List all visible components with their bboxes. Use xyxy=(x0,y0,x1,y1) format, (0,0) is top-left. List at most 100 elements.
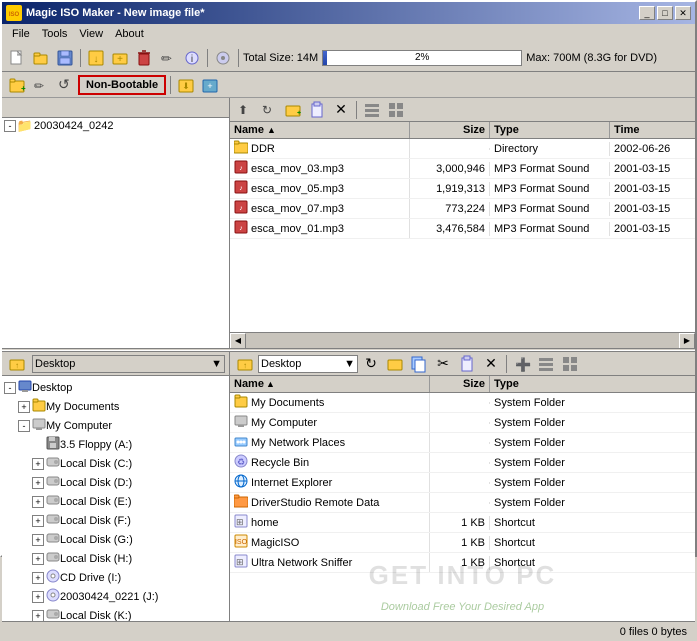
tree-node[interactable]: + Local Disk (F:) xyxy=(4,511,227,530)
iso-delete-file[interactable]: ✕ xyxy=(330,99,352,121)
iso-col-size[interactable]: Size xyxy=(410,122,490,138)
tree-location-combo[interactable]: Desktop ▼ xyxy=(32,355,225,373)
iso-extract2[interactable]: ⬇ xyxy=(175,74,197,96)
app-icon: ISO xyxy=(6,5,22,21)
tree-expander[interactable]: + xyxy=(32,591,44,603)
iso-col-time[interactable]: Time xyxy=(610,122,690,138)
tree-expander[interactable]: + xyxy=(32,515,44,527)
properties-button[interactable]: i xyxy=(181,47,203,69)
browser-add-to-iso[interactable]: ➕ xyxy=(511,353,533,375)
browser-cell-size xyxy=(430,402,490,404)
add-button[interactable]: + xyxy=(109,47,131,69)
browser-paste[interactable] xyxy=(456,353,478,375)
iso-rename[interactable]: ✏ xyxy=(30,74,52,96)
tree-expander[interactable]: + xyxy=(32,496,44,508)
save-button[interactable] xyxy=(54,47,76,69)
iso-large-icons[interactable] xyxy=(385,99,407,121)
browser-row[interactable]: Internet Explorer System Folder xyxy=(230,473,695,493)
tree-node[interactable]: + 20030424_0221 (J:) xyxy=(4,587,227,606)
burn-button[interactable] xyxy=(212,47,234,69)
iso-folder-new[interactable]: + xyxy=(282,99,304,121)
iso-row-icon: ♪ xyxy=(234,220,248,237)
tree-node[interactable]: 3.5 Floppy (A:) xyxy=(4,435,227,454)
tree-node[interactable]: + Local Disk (H:) xyxy=(4,549,227,568)
browser-row[interactable]: ⊞ Ultra Network Sniffer 1 KB Shortcut xyxy=(230,553,695,573)
tree-expander[interactable]: + xyxy=(32,477,44,489)
iso-col-name[interactable]: Name ▲ xyxy=(230,122,410,138)
browser-cut[interactable]: ✂ xyxy=(432,353,454,375)
tree-up[interactable]: ↑ xyxy=(6,353,28,375)
menu-view[interactable]: View xyxy=(73,26,109,42)
iso-refresh[interactable]: ↻ xyxy=(258,99,280,121)
tree-node[interactable]: + My Documents xyxy=(4,397,227,416)
tree-expander[interactable]: + xyxy=(32,534,44,546)
tree-node[interactable]: - My Computer xyxy=(4,416,227,435)
tree-node-label: Local Disk (E:) xyxy=(60,496,132,508)
iso-root-expander[interactable]: - xyxy=(4,120,16,132)
menu-file[interactable]: File xyxy=(6,26,36,42)
iso-back[interactable]: ↺ xyxy=(54,74,76,96)
browser-row[interactable]: ISO MagicISO 1 KB Shortcut xyxy=(230,533,695,553)
tree-node[interactable]: + Local Disk (K:) xyxy=(4,606,227,621)
tree-expander[interactable]: + xyxy=(32,458,44,470)
browser-row-icon: ⊞ xyxy=(234,514,248,531)
browser-up[interactable]: ↑ xyxy=(234,353,256,375)
hscroll-track[interactable] xyxy=(246,333,679,349)
browser-col-type[interactable]: Type xyxy=(490,376,695,392)
iso-hscroll[interactable]: ◀ ▶ xyxy=(230,332,695,348)
tree-expander[interactable] xyxy=(32,439,44,451)
browser-row[interactable]: DriverStudio Remote Data System Folder xyxy=(230,493,695,513)
tree-node[interactable]: + CD Drive (I:) xyxy=(4,568,227,587)
browser-delete[interactable]: ✕ xyxy=(480,353,502,375)
iso-col-type[interactable]: Type xyxy=(490,122,610,138)
new-button[interactable] xyxy=(6,47,28,69)
menu-about[interactable]: About xyxy=(109,26,150,42)
tree-node[interactable]: + Local Disk (D:) xyxy=(4,473,227,492)
iso-table-row[interactable]: ♪ esca_mov_05.mp3 1,919,313 MP3 Format S… xyxy=(230,179,695,199)
iso-table-row[interactable]: ♪ esca_mov_07.mp3 773,224 MP3 Format Sou… xyxy=(230,199,695,219)
tree-expander[interactable]: + xyxy=(32,572,44,584)
browser-row[interactable]: My Documents System Folder xyxy=(230,393,695,413)
close-button[interactable]: ✕ xyxy=(675,6,691,20)
tree-expander[interactable]: + xyxy=(32,610,44,622)
iso-view-toggle[interactable] xyxy=(361,99,383,121)
rename-button[interactable]: ✏ xyxy=(157,47,179,69)
browser-row[interactable]: ♻ Recycle Bin System Folder xyxy=(230,453,695,473)
browser-col-size[interactable]: Size xyxy=(430,376,490,392)
tree-expander[interactable]: + xyxy=(18,401,30,413)
tree-expander[interactable]: - xyxy=(18,420,30,432)
tree-expander[interactable]: + xyxy=(32,553,44,565)
browser-refresh[interactable]: ↻ xyxy=(360,353,382,375)
iso-up-button[interactable]: ⬆ xyxy=(234,99,256,121)
non-bootable-button[interactable]: Non-Bootable xyxy=(78,75,166,95)
iso-add2[interactable]: + xyxy=(199,74,221,96)
hscroll-left[interactable]: ◀ xyxy=(230,333,246,349)
minimize-button[interactable]: _ xyxy=(639,6,655,20)
delete-button[interactable] xyxy=(133,47,155,69)
hscroll-right[interactable]: ▶ xyxy=(679,333,695,349)
iso-table-row[interactable]: DDR Directory 2002-06-26 xyxy=(230,139,695,159)
browser-row[interactable]: My Computer System Folder xyxy=(230,413,695,433)
extract-button[interactable]: ↓ xyxy=(85,47,107,69)
browser-location-combo[interactable]: Desktop ▼ xyxy=(258,355,358,373)
iso-table-row[interactable]: ♪ esca_mov_03.mp3 3,000,946 MP3 Format S… xyxy=(230,159,695,179)
open-button[interactable] xyxy=(30,47,52,69)
browser-view[interactable] xyxy=(535,353,557,375)
iso-paste[interactable] xyxy=(306,99,328,121)
iso-table-row[interactable]: ♪ esca_mov_01.mp3 3,476,584 MP3 Format S… xyxy=(230,219,695,239)
tree-node[interactable]: - Desktop xyxy=(4,378,227,397)
tree-node[interactable]: + Local Disk (G:) xyxy=(4,530,227,549)
browser-large-icons[interactable] xyxy=(559,353,581,375)
tree-expander[interactable]: - xyxy=(4,382,16,394)
browser-new-folder[interactable] xyxy=(384,353,406,375)
iso-root-node[interactable]: - 📁 20030424_0242 xyxy=(2,118,229,134)
browser-col-name[interactable]: Name ▲ xyxy=(230,376,430,392)
menu-tools[interactable]: Tools xyxy=(36,26,74,42)
iso-new-folder[interactable]: + xyxy=(6,74,28,96)
browser-row[interactable]: ⊞ home 1 KB Shortcut xyxy=(230,513,695,533)
tree-node[interactable]: + Local Disk (E:) xyxy=(4,492,227,511)
browser-row[interactable]: My Network Places System Folder xyxy=(230,433,695,453)
browser-copy[interactable] xyxy=(408,353,430,375)
tree-node[interactable]: + Local Disk (C:) xyxy=(4,454,227,473)
maximize-button[interactable]: □ xyxy=(657,6,673,20)
